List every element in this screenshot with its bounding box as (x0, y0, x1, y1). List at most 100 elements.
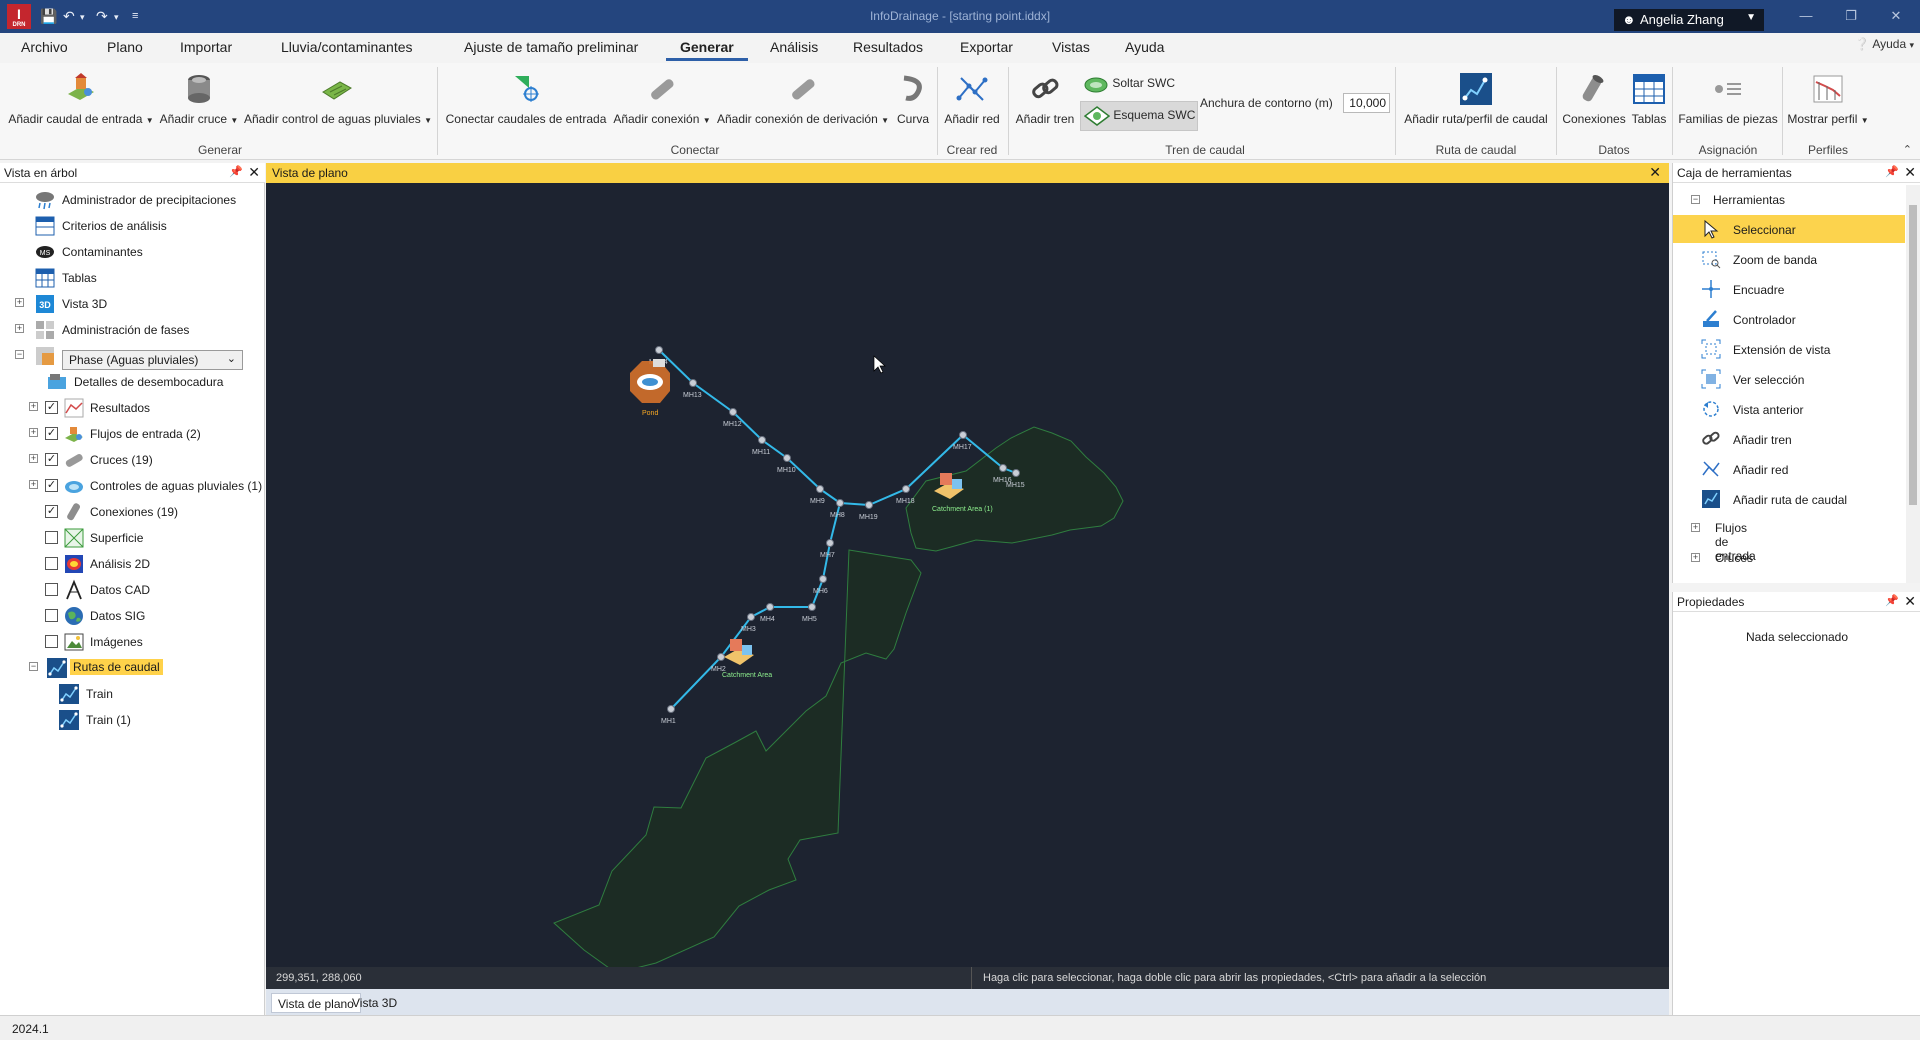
add-stormwater-control-button[interactable]: Añadir control de aguas pluviales ▼ (244, 72, 432, 126)
manhole-node[interactable] (959, 431, 967, 439)
pin-icon[interactable]: 📌 (1885, 594, 1899, 607)
images-checkbox[interactable] (45, 635, 58, 648)
tree-item-3d-view[interactable]: + 3D Vista 3D (0, 293, 265, 315)
tree-item-images[interactable]: Imágenes (0, 631, 265, 653)
junctions-checkbox[interactable]: ✓ (45, 453, 58, 466)
2d-analysis-checkbox[interactable] (45, 557, 58, 570)
tab-3d-view[interactable]: Vista 3D (346, 993, 403, 1013)
tool-zoom-window[interactable]: Zoom de banda (1673, 245, 1905, 273)
close-icon[interactable]: ✕ (248, 164, 260, 181)
curve-button[interactable]: Curva (895, 72, 931, 126)
manhole-node[interactable] (1012, 469, 1020, 477)
expand-icon[interactable]: + (1691, 553, 1700, 562)
manhole-node[interactable] (783, 454, 791, 462)
manhole-node[interactable] (836, 499, 844, 507)
tree-item-junctions[interactable]: + ✓ Cruces (19) (0, 449, 265, 471)
drainage-network-drawing[interactable]: MH14MH13MH12MH11MH10MH9MH8MH19MH18MH17MH… (266, 183, 1669, 974)
tool-zoom-extents[interactable]: Extensión de vista (1673, 335, 1905, 363)
collapse-icon[interactable]: − (15, 350, 24, 359)
tab-importar[interactable]: Importar (180, 39, 232, 55)
tab-generar[interactable]: Generar (666, 39, 748, 61)
collapse-icon[interactable]: − (1691, 195, 1700, 204)
tool-controller[interactable]: Controlador (1673, 305, 1905, 333)
manhole-node[interactable] (729, 408, 737, 416)
contour-width-input[interactable]: 10,000 (1343, 93, 1390, 113)
tool-zoom-selection[interactable]: Ver selección (1673, 365, 1905, 393)
expand-icon[interactable]: + (29, 480, 38, 489)
tool-select[interactable]: Seleccionar (1673, 215, 1905, 243)
manhole-node[interactable] (655, 346, 663, 354)
manhole-node[interactable] (816, 485, 824, 493)
pin-icon[interactable]: 📌 (229, 165, 243, 178)
tab-analisis[interactable]: Análisis (770, 39, 818, 55)
tree-item-flow-routes[interactable]: − Rutas de caudal (0, 657, 265, 679)
tree-item-2d-analysis[interactable]: Análisis 2D (0, 553, 265, 575)
manhole-node[interactable] (717, 653, 725, 661)
connections-button[interactable]: Conexiones (1561, 72, 1627, 126)
tree-item-outfall-details[interactable]: Detalles de desembocadura (0, 371, 265, 393)
tree-item-rainfall-manager[interactable]: Administrador de precipitaciones (0, 189, 265, 211)
add-bypass-connection-button[interactable]: Añadir conexión de derivación ▼ (716, 72, 890, 126)
tree-item-phase-management[interactable]: + Administración de fases (0, 319, 265, 341)
tool-add-flow-route[interactable]: Añadir ruta de caudal (1673, 485, 1905, 513)
tree-item-train-1[interactable]: Train (1) (0, 709, 265, 731)
add-network-button[interactable]: Añadir red (942, 72, 1002, 126)
manhole-node[interactable] (999, 464, 1007, 472)
tool-previous-view[interactable]: Vista anterior (1673, 395, 1905, 423)
stormwater-controls-checkbox[interactable]: ✓ (45, 479, 58, 492)
manhole-node[interactable] (826, 539, 834, 547)
cad-data-checkbox[interactable] (45, 583, 58, 596)
user-menu[interactable]: ☻ Angelia Zhang ▼ (1614, 9, 1764, 31)
help-button[interactable]: ❔ Ayuda ▾ (1855, 37, 1914, 51)
tool-pan[interactable]: Encuadre (1673, 275, 1905, 303)
tree-item-surface[interactable]: Superficie (0, 527, 265, 549)
connect-inflows-button[interactable]: Conectar caudales de entrada (445, 72, 607, 126)
close-icon[interactable]: ✕ (1904, 164, 1916, 181)
manhole-node[interactable] (766, 603, 774, 611)
tables-button[interactable]: Tablas (1631, 72, 1667, 126)
catchment-area[interactable] (553, 549, 922, 974)
tab-archivo[interactable]: Archivo (21, 39, 68, 55)
tab-ayuda[interactable]: Ayuda (1125, 39, 1164, 55)
expand-icon[interactable]: + (1691, 523, 1700, 532)
swc-schema-button[interactable]: Esquema SWC (1080, 101, 1198, 131)
add-junction-button[interactable]: Añadir cruce ▼ (159, 72, 239, 126)
tool-add-train[interactable]: Añadir tren (1673, 425, 1905, 453)
close-icon[interactable]: ✕ (1886, 8, 1906, 24)
phase-dropdown[interactable]: Phase (Aguas pluviales) ⌄ (62, 350, 243, 370)
expand-icon[interactable]: + (15, 324, 24, 333)
pin-icon[interactable]: 📌 (1885, 165, 1899, 178)
restore-icon[interactable]: ❐ (1841, 8, 1861, 24)
tree-item-cad-data[interactable]: Datos CAD (0, 579, 265, 601)
tree-item-tables[interactable]: Tablas (0, 267, 265, 289)
plan-canvas[interactable]: MH14MH13MH12MH11MH10MH9MH8MH19MH18MH17MH… (266, 183, 1669, 974)
pond-icon[interactable]: Pond (630, 359, 670, 417)
add-train-button[interactable]: Añadir tren (1014, 72, 1076, 126)
minimize-icon[interactable]: — (1796, 8, 1816, 23)
add-flow-route-button[interactable]: Añadir ruta/perfil de caudal (1402, 72, 1550, 126)
tree-item-stormwater-controls[interactable]: + ✓ Controles de aguas pluviales (1) (0, 475, 265, 497)
close-icon[interactable]: ✕ (1649, 164, 1661, 181)
collapse-icon[interactable]: − (29, 662, 38, 671)
tab-ajuste[interactable]: Ajuste de tamaño preliminar (464, 39, 638, 55)
tree-item-inflows[interactable]: + ✓ Flujos de entrada (2) (0, 423, 265, 445)
manhole-node[interactable] (902, 485, 910, 493)
results-checkbox[interactable]: ✓ (45, 401, 58, 414)
scrollbar-thumb[interactable] (1909, 205, 1917, 505)
show-profile-button[interactable]: Mostrar perfil ▼ (1787, 72, 1869, 126)
close-icon[interactable]: ✕ (1904, 593, 1916, 610)
manhole-node[interactable] (808, 603, 816, 611)
manhole-node[interactable] (689, 379, 697, 387)
tab-resultados[interactable]: Resultados (853, 39, 923, 55)
expand-icon[interactable]: + (29, 428, 38, 437)
expand-icon[interactable]: + (15, 298, 24, 307)
manhole-node[interactable] (667, 705, 675, 713)
catchment-area-boundary[interactable] (931, 873, 1171, 967)
tree-item-gis-data[interactable]: Datos SIG (0, 605, 265, 627)
drop-swc-button[interactable]: Soltar SWC (1083, 73, 1175, 95)
manhole-node[interactable] (865, 501, 873, 509)
tree-item-train[interactable]: Train (0, 683, 265, 705)
tree-item-results[interactable]: + ✓ Resultados (0, 397, 265, 419)
collapse-ribbon-icon[interactable]: ⌃ (1903, 143, 1912, 156)
add-inflow-button[interactable]: Añadir caudal de entrada ▼ (8, 72, 154, 126)
